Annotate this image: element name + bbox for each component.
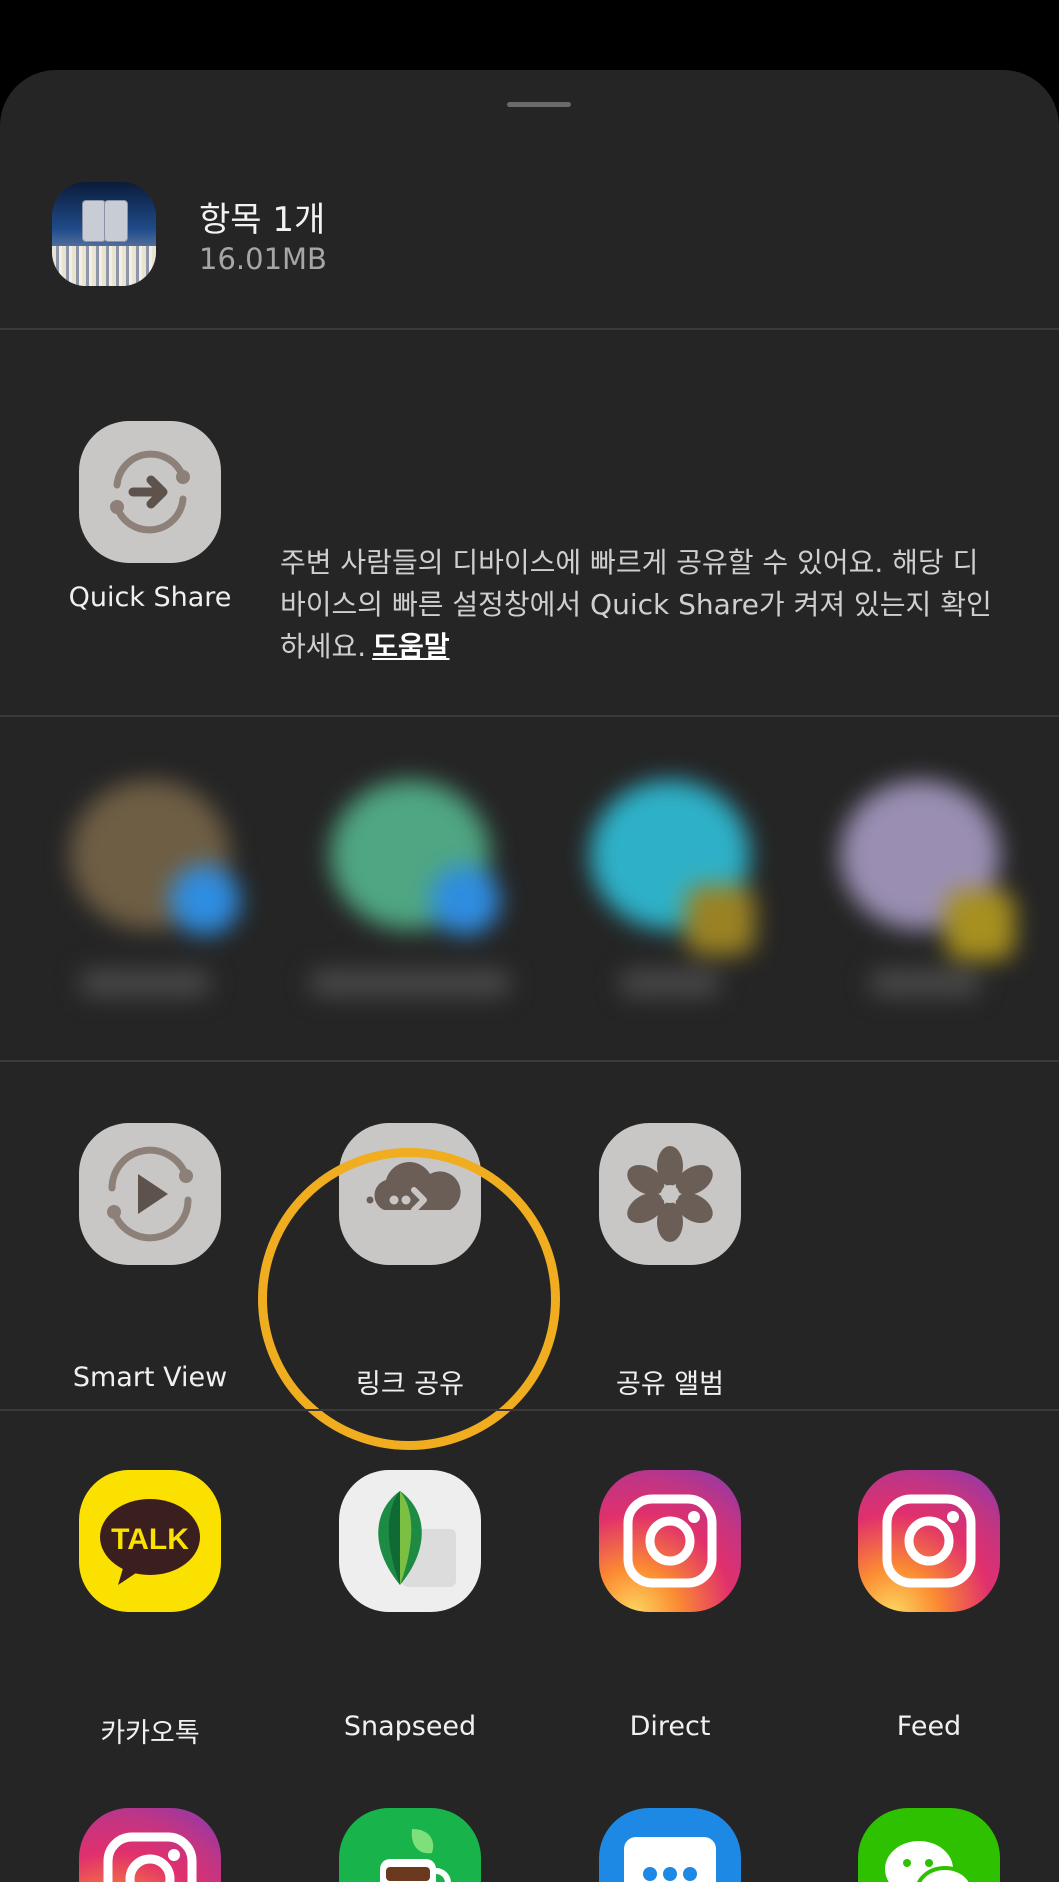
coffee-app-icon [380, 1829, 451, 1882]
kakaotalk-button[interactable]: TALK [79, 1470, 221, 1612]
divider [0, 715, 1059, 717]
instagram-icon [882, 1494, 976, 1588]
shared-album-button[interactable] [599, 1123, 741, 1265]
kakaotalk-icon-text: TALK [111, 1523, 189, 1556]
wechat-button[interactable] [858, 1808, 1000, 1882]
feed-label: Feed [896, 1711, 962, 1742]
quick-share-description: 주변 사람들의 디바이스에 빠르게 공유할 수 있어요. 해당 디바이스의 빠른… [280, 542, 1000, 668]
kakaotalk-icon: TALK [100, 1499, 200, 1585]
quick-share-label: Quick Share [68, 582, 232, 613]
instagram-icon [623, 1494, 717, 1588]
help-link[interactable]: 도움말 [372, 630, 449, 663]
divider [0, 1409, 1059, 1411]
coffee-app-button[interactable] [339, 1808, 481, 1882]
shared-album-label: 공유 앨범 [616, 1369, 724, 1400]
kakaotalk-label: 카카오톡 [100, 1718, 200, 1749]
contact-suggestion[interactable] [580, 770, 790, 1030]
quick-share-button[interactable] [79, 421, 221, 563]
snapseed-button[interactable] [339, 1470, 481, 1612]
messages-button[interactable] [599, 1808, 741, 1882]
smart-view-icon [107, 1146, 193, 1242]
divider [0, 1060, 1059, 1062]
shared-item-thumbnail [52, 182, 156, 286]
drag-handle[interactable] [507, 102, 571, 107]
instagram-direct-button[interactable] [599, 1470, 741, 1612]
messages-icon [624, 1837, 716, 1882]
smart-view-label: Smart View [72, 1362, 228, 1393]
direct-label: Direct [629, 1711, 711, 1742]
share-sheet: 항목 1개 16.01MB Quick Share 주변 사람들의 디바이스에 … [0, 70, 1059, 1882]
instagram-app-button[interactable] [79, 1808, 221, 1882]
divider [0, 328, 1059, 330]
wechat-icon [885, 1841, 973, 1882]
contact-suggestion[interactable] [310, 770, 530, 1030]
flower-album-icon [627, 1146, 713, 1242]
instagram-feed-button[interactable] [858, 1470, 1000, 1612]
contact-suggestion[interactable] [60, 770, 260, 1030]
snapseed-icon [378, 1491, 456, 1587]
instagram-icon [103, 1832, 197, 1882]
snapseed-label: Snapseed [343, 1711, 477, 1742]
smart-view-button[interactable] [79, 1123, 221, 1265]
contact-suggestion[interactable] [830, 770, 1040, 1030]
quick-share-icon [110, 450, 190, 534]
highlight-ring [258, 1148, 560, 1450]
item-count-title: 항목 1개 [199, 200, 326, 240]
item-size: 16.01MB [199, 242, 327, 276]
